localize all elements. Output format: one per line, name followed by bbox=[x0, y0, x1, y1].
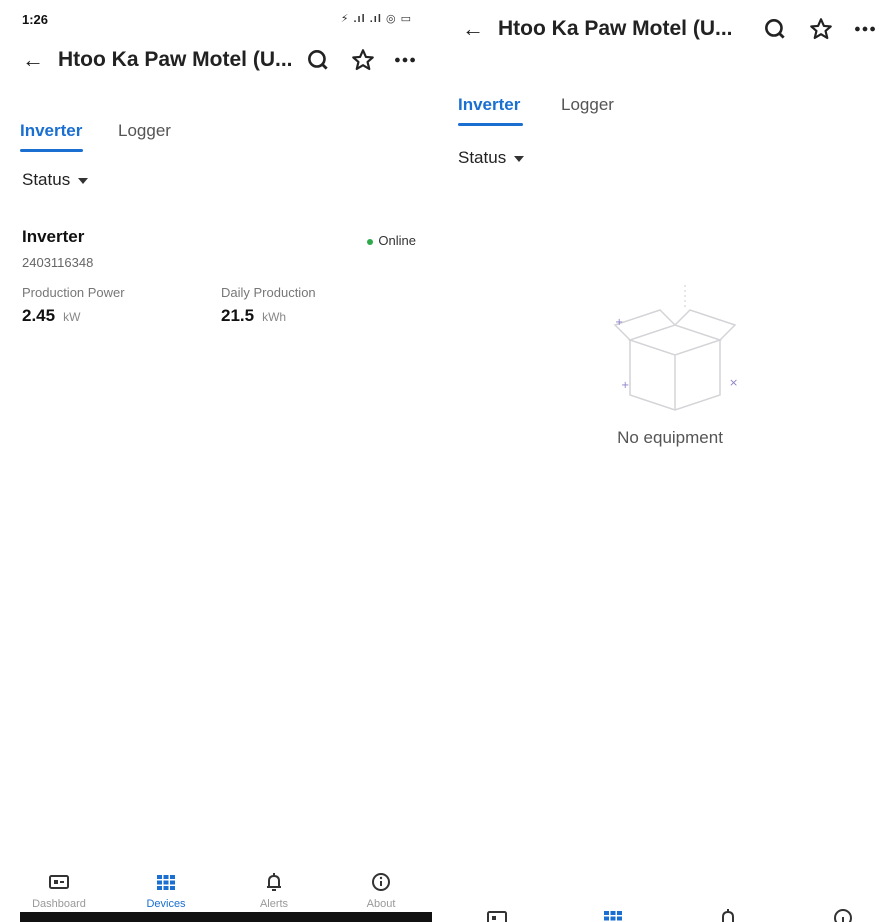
svg-text:+: + bbox=[621, 380, 629, 391]
page-title: Htoo Ka Paw Motel (U... bbox=[498, 17, 733, 40]
svg-text:×: × bbox=[729, 376, 738, 389]
more-icon[interactable] bbox=[392, 47, 418, 73]
metric-unit: kWh bbox=[262, 310, 287, 324]
alerts-icon bbox=[722, 909, 734, 922]
caret-down-icon bbox=[78, 177, 89, 184]
bottom-nav bbox=[440, 900, 892, 922]
status-badge-label: Online bbox=[378, 233, 416, 248]
search-icon[interactable] bbox=[305, 47, 331, 73]
metric-value: 21.5 bbox=[221, 306, 255, 325]
alerts-icon bbox=[267, 873, 281, 891]
nav-dashboard[interactable]: Dashboard bbox=[14, 862, 104, 910]
tab-logger[interactable]: Logger bbox=[118, 118, 171, 144]
metric-daily-production: Daily Production 21.5 kWh bbox=[221, 285, 316, 326]
caret-down-icon bbox=[514, 155, 525, 162]
status-icons: ⚡ .ıl .ıl ◎ ▭ bbox=[340, 13, 412, 25]
tab-underline bbox=[458, 123, 523, 126]
nav-about[interactable]: About bbox=[336, 862, 426, 910]
nav-label: Alerts bbox=[259, 898, 289, 910]
nav-label: Devices bbox=[146, 898, 186, 910]
about-icon bbox=[372, 873, 390, 891]
status-badge: Online bbox=[367, 233, 416, 248]
status-bar: 1:26 ⚡ .ıl .ıl ◎ ▭ bbox=[22, 12, 412, 32]
dashboard-icon bbox=[49, 875, 69, 889]
page-title: Htoo Ka Paw Motel (U... bbox=[58, 48, 293, 71]
svg-text:+: + bbox=[615, 317, 623, 328]
status-filter-label: Status bbox=[458, 148, 507, 167]
status-filter-dropdown[interactable]: Status bbox=[22, 170, 89, 190]
dashboard-icon bbox=[487, 911, 507, 922]
tab-inverter[interactable]: Inverter bbox=[20, 118, 82, 144]
app-header: ← Htoo Ka Paw Motel (U... bbox=[22, 45, 422, 75]
nav-dashboard[interactable] bbox=[452, 900, 542, 922]
nav-label: Dashboard bbox=[32, 898, 86, 910]
metric-value: 2.45 bbox=[22, 306, 56, 325]
device-serial: 2403116348 bbox=[22, 255, 94, 270]
nav-devices[interactable]: Devices bbox=[121, 862, 211, 910]
back-arrow-icon[interactable]: ← bbox=[462, 14, 484, 44]
empty-box-icon: + + × bbox=[613, 285, 738, 411]
nav-label: About bbox=[366, 898, 396, 910]
left-screen: 1:26 ⚡ .ıl .ıl ◎ ▭ ← Htoo Ka Paw Motel (… bbox=[0, 0, 432, 922]
metric-production-power: Production Power 2.45 kW bbox=[22, 285, 125, 326]
back-arrow-icon[interactable]: ← bbox=[22, 45, 44, 75]
screen-bottom-edge bbox=[20, 912, 432, 922]
tab-inverter[interactable]: Inverter bbox=[458, 92, 520, 118]
devices-icon bbox=[157, 875, 175, 890]
metric-label: Production Power bbox=[22, 285, 125, 300]
right-screen: ← Htoo Ka Paw Motel (U... Inverter Logge… bbox=[440, 0, 892, 922]
nav-alerts[interactable] bbox=[683, 900, 773, 922]
metric-value-row: 2.45 kW bbox=[22, 306, 125, 326]
star-icon[interactable] bbox=[808, 16, 834, 42]
star-icon[interactable] bbox=[350, 47, 376, 73]
device-name: Inverter bbox=[22, 227, 85, 246]
nav-devices[interactable] bbox=[568, 900, 658, 922]
metric-unit: kW bbox=[63, 310, 81, 324]
devices-icon bbox=[604, 911, 622, 921]
nav-about[interactable] bbox=[798, 900, 888, 922]
search-icon[interactable] bbox=[762, 16, 788, 42]
status-filter-label: Status bbox=[22, 170, 71, 189]
online-dot-icon bbox=[367, 238, 374, 245]
nav-alerts[interactable]: Alerts bbox=[229, 862, 319, 910]
about-icon bbox=[834, 909, 852, 922]
more-icon[interactable] bbox=[852, 16, 878, 42]
status-time: 1:26 bbox=[22, 12, 49, 27]
tab-logger[interactable]: Logger bbox=[561, 92, 614, 118]
tab-underline bbox=[20, 149, 83, 152]
empty-state-text: No equipment bbox=[617, 428, 723, 447]
metric-label: Daily Production bbox=[221, 285, 316, 300]
device-card[interactable]: Inverter 2403116348 Online Production Po… bbox=[22, 225, 422, 335]
app-header: ← Htoo Ka Paw Motel (U... bbox=[462, 14, 882, 44]
metric-value-row: 21.5 kWh bbox=[221, 306, 316, 326]
status-filter-dropdown[interactable]: Status bbox=[458, 148, 525, 168]
